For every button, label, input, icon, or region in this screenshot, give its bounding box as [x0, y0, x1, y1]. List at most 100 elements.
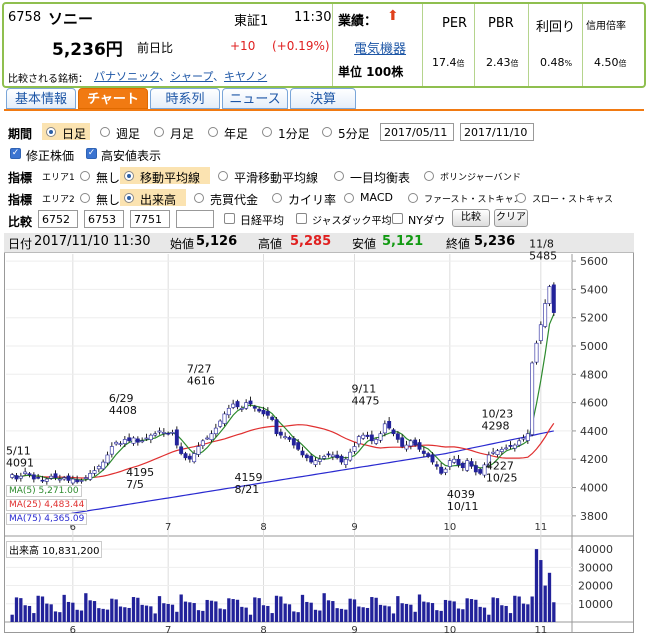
volume-bar [469, 599, 474, 622]
volume-bar [170, 604, 175, 622]
volume-bar [214, 601, 218, 622]
volume-bar [465, 598, 469, 622]
volume-bar [92, 601, 97, 622]
volume-bar [19, 598, 23, 622]
candle-body [517, 440, 522, 446]
volume-bar [257, 598, 261, 622]
candle-body [352, 446, 357, 452]
volume-bar [253, 597, 257, 622]
candle-body [23, 471, 28, 474]
volume-bar [23, 605, 27, 622]
candle-body [83, 477, 88, 479]
volume-bar [487, 614, 491, 622]
volume-bar [361, 607, 365, 622]
month-tick-label: 8 [260, 522, 266, 533]
candle-body [109, 446, 114, 455]
volume-bar [153, 613, 157, 622]
volume-bar [218, 608, 222, 622]
volume-bar [97, 608, 101, 622]
volume-bar [114, 599, 118, 622]
volume-bar [335, 608, 339, 622]
volume-bar [517, 596, 521, 622]
month-tick-label: 9 [351, 522, 357, 533]
volume-tick-label: 30000 [578, 561, 613, 574]
candle-body [495, 450, 500, 456]
candle-body [387, 420, 392, 429]
candle-body [166, 432, 171, 435]
candle-body [395, 433, 400, 440]
candle-body [335, 454, 340, 459]
volume-bar [270, 613, 274, 622]
volume-bar [14, 597, 19, 622]
volume-bar [313, 609, 318, 622]
price-tick-label: 4600 [580, 397, 608, 410]
candle-body [274, 419, 279, 435]
volume-bar [222, 609, 227, 622]
volume-bar [235, 599, 240, 622]
volume-bar [266, 605, 270, 622]
volume-bar [192, 603, 196, 622]
candle-body [70, 478, 75, 484]
volume-bar [430, 603, 435, 622]
volume-bar [478, 606, 482, 622]
volume-bar [439, 610, 443, 622]
volume-bar [88, 600, 92, 622]
candle-body [491, 451, 496, 454]
volume-tick-label: 10000 [578, 598, 613, 611]
candle-body [339, 455, 344, 463]
month-tick-label: 7 [165, 625, 171, 636]
candle-body [148, 434, 153, 440]
candle-body [534, 342, 539, 363]
candle-body [283, 436, 288, 439]
candle-body [330, 454, 335, 457]
volume-bar [409, 604, 413, 622]
volume-bar [58, 612, 62, 622]
volume-bar [474, 599, 478, 622]
candle-body [348, 451, 353, 461]
candle-body [434, 464, 439, 467]
annotation-label: 4298 [482, 419, 510, 432]
candle-body [430, 454, 435, 463]
candle-body [122, 439, 127, 444]
volume-bar [188, 602, 192, 622]
volume-bar [435, 610, 439, 622]
price-tick-label: 4800 [580, 368, 608, 381]
month-tick-label: 6 [70, 625, 76, 636]
candle-body [508, 445, 513, 447]
candle-body [200, 440, 205, 446]
candle-body [326, 453, 331, 456]
candle-body [127, 437, 132, 442]
volume-bar [140, 604, 144, 622]
annotation-label: 4408 [109, 404, 137, 417]
candle-body [205, 437, 210, 440]
volume-bar [461, 609, 465, 622]
volume-bar [452, 601, 456, 622]
price-tick-label: 5000 [580, 340, 608, 353]
candle-body [75, 479, 80, 483]
volume-bar [326, 600, 331, 622]
annotation-label: 10/25 [486, 471, 518, 484]
candle-body [179, 446, 184, 454]
volume-bar [495, 598, 500, 622]
volume-bar [339, 608, 344, 622]
volume-bar [287, 604, 292, 622]
candle-body [309, 455, 314, 463]
candle-body [140, 440, 145, 443]
annotation-label: 10/11 [447, 500, 479, 513]
candle-body [378, 433, 383, 441]
candle-body [538, 324, 543, 341]
volume-bar [84, 593, 88, 622]
volume-bar [383, 605, 387, 622]
volume-bar [283, 603, 287, 622]
volume-tick-label: 20000 [578, 580, 613, 593]
candle-body [49, 475, 54, 479]
volume-bar [508, 613, 513, 622]
candle-body [473, 465, 478, 473]
volume-bar [378, 604, 383, 622]
candle-body [452, 458, 457, 463]
volume-bar [552, 602, 556, 622]
volume-bar [157, 596, 162, 622]
candle-body [313, 460, 318, 465]
volume-bar [530, 596, 534, 622]
volume-bar [309, 602, 313, 622]
